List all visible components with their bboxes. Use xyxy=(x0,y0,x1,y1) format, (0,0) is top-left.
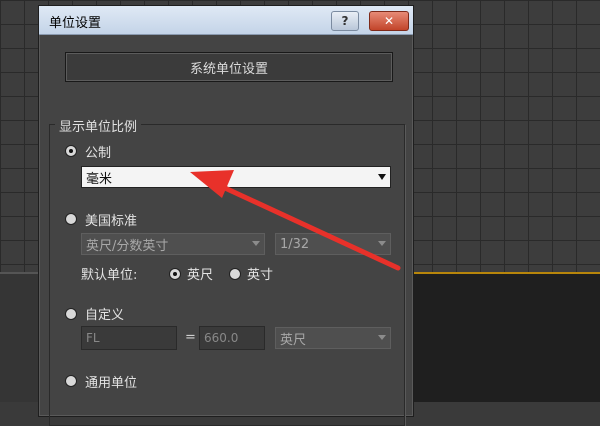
feet-radio[interactable] xyxy=(169,268,181,280)
help-button[interactable]: ? xyxy=(331,11,359,31)
us-standard-fraction-select[interactable]: 1/32 xyxy=(275,233,391,255)
default-unit-label: 默认单位: xyxy=(81,268,138,283)
custom-radio[interactable] xyxy=(65,308,77,320)
us-standard-unit-value: 英尺/分数英寸 xyxy=(86,238,169,254)
dialog-titlebar[interactable]: 单位设置 ? ✕ xyxy=(39,6,413,35)
inches-radio[interactable] xyxy=(229,268,241,280)
equals-sign: = xyxy=(185,330,196,345)
display-unit-scale-title: 显示单位比例 xyxy=(55,116,142,135)
custom-label: 自定义 xyxy=(85,308,125,323)
metric-radio[interactable] xyxy=(65,145,77,157)
chevron-down-icon xyxy=(252,241,260,246)
close-button[interactable]: ✕ xyxy=(369,11,409,31)
dialog-title: 单位设置 xyxy=(49,16,102,31)
feet-label: 英尺 xyxy=(187,268,214,283)
chevron-down-icon xyxy=(378,241,386,246)
custom-name-field[interactable]: FL xyxy=(81,326,177,350)
generic-units-radio[interactable] xyxy=(65,375,77,387)
metric-label: 公制 xyxy=(85,146,112,161)
chevron-down-icon xyxy=(378,174,386,180)
viewport-lower-right-panel xyxy=(400,272,600,402)
custom-unit-value: 英尺 xyxy=(280,332,307,348)
custom-unit-select[interactable]: 英尺 xyxy=(275,327,391,349)
metric-unit-select[interactable]: 毫米 xyxy=(81,166,391,188)
us-standard-radio[interactable] xyxy=(65,213,77,225)
us-standard-unit-select[interactable]: 英尺/分数英寸 xyxy=(81,233,265,255)
custom-amount-field[interactable]: 660.0 xyxy=(199,326,265,350)
viewport-lower-left-panel xyxy=(0,272,40,402)
chevron-down-icon xyxy=(378,335,386,340)
generic-units-label: 通用单位 xyxy=(85,376,138,391)
system-unit-setup-button[interactable]: 系统单位设置 xyxy=(65,52,393,82)
us-standard-label: 美国标准 xyxy=(85,214,138,229)
metric-unit-value: 毫米 xyxy=(86,171,113,187)
units-setup-dialog: 单位设置 ? ✕ 系统单位设置 显示单位比例 公制 毫米 美国标准 英尺/分数英… xyxy=(38,5,414,426)
us-standard-fraction-value: 1/32 xyxy=(280,236,310,252)
inches-label: 英寸 xyxy=(247,268,274,283)
